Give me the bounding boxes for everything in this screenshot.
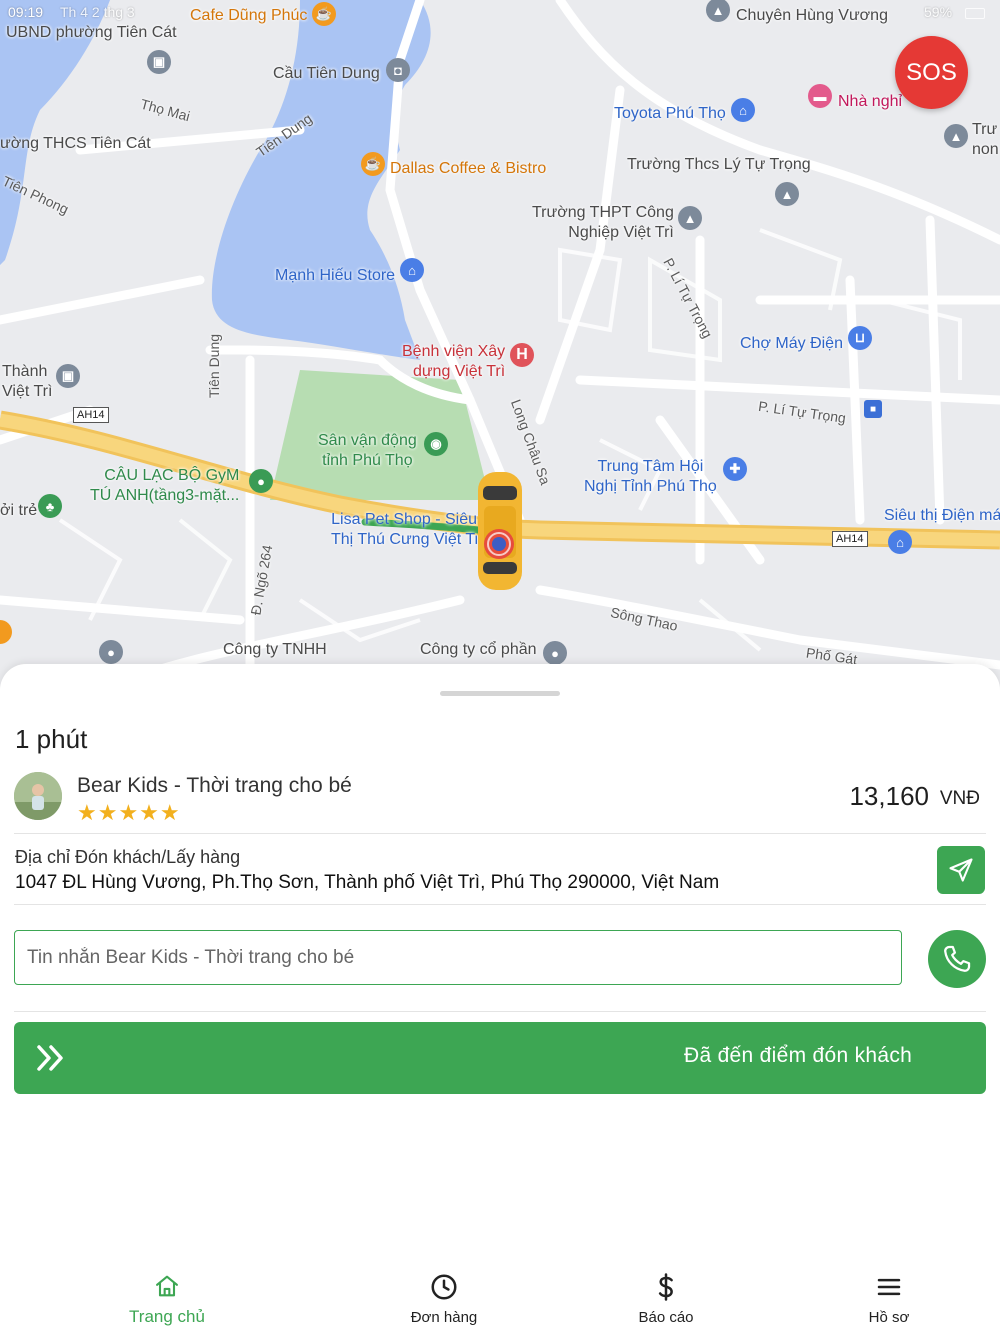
- cafe-pin-icon: ☕: [361, 152, 385, 176]
- highway-shield: AH14: [73, 407, 109, 423]
- civic-pin-icon: ▣: [147, 50, 171, 74]
- customer-avatar: [14, 772, 62, 820]
- map-label: Siêu thị Điện má: [884, 507, 1000, 524]
- map-label: Công ty cổ phần: [420, 641, 537, 658]
- rating-stars: ★★★★★: [77, 800, 181, 825]
- tab-report[interactable]: Báo cáo: [586, 1272, 746, 1326]
- shop-pin-icon: ⌂: [888, 530, 912, 554]
- map-label: Trường Thcs Lý Tự Trọng: [627, 156, 811, 173]
- status-time: 09:19: [8, 4, 44, 20]
- tab-home[interactable]: Trang chủ: [87, 1272, 247, 1327]
- school-pin-icon: ▲: [775, 182, 799, 206]
- pickup-address: 1047 ĐL Hùng Vương, Ph.Thọ Sơn, Thành ph…: [15, 872, 720, 893]
- map-label: Cafe Dũng Phúc: [190, 7, 308, 24]
- pickup-label: Địa chỉ Đón khách/Lấy hàng: [15, 847, 241, 867]
- fare-currency: VNĐ: [939, 788, 980, 809]
- map-label: Chuyên Hùng Vương: [736, 7, 888, 24]
- bus-stop-icon: ■: [864, 400, 882, 418]
- bridge-pin-icon: ◘: [386, 58, 410, 82]
- menu-icon: [877, 1278, 901, 1296]
- hospital-pin-icon: H: [510, 343, 534, 367]
- gym-pin-icon: ●: [249, 469, 273, 493]
- fare-amount: 13,160: [849, 781, 929, 811]
- cafe-pin-icon: ☕: [312, 2, 336, 26]
- tab-report-label: Báo cáo: [638, 1309, 694, 1326]
- map-label: Mạnh Hiếu Store: [275, 267, 396, 284]
- tab-profile-label: Hồ sơ: [868, 1309, 910, 1326]
- tab-profile[interactable]: Hồ sơ: [809, 1272, 969, 1326]
- dollar-icon: [658, 1273, 673, 1301]
- map-label: ường THCS Tiên Cát: [0, 135, 151, 152]
- map-label: Cầu Tiên Dung: [273, 65, 380, 82]
- phone-icon: [944, 945, 971, 972]
- map-label: Chợ Máy Điện: [740, 335, 843, 352]
- highway-shield: AH14: [832, 531, 868, 547]
- navigate-button[interactable]: [937, 846, 985, 894]
- call-button[interactable]: [928, 930, 986, 988]
- arrived-pickup-label: Đã đến điểm đón khách: [684, 1044, 913, 1067]
- poi-pin-icon: ●: [99, 640, 123, 664]
- map-label: Nhà nghỉ: [838, 93, 903, 110]
- map-label: Toyota Phú Thọ: [614, 105, 726, 122]
- double-chevron-right-icon: [37, 1045, 63, 1071]
- map-label: CÂU LẠC BỘ GyM TÚ ANH(tầng3-mặt...: [90, 467, 240, 504]
- bottom-tab-bar: Trang chủ Đơn hàng Báo cáo Hồ sơ: [0, 1264, 1000, 1334]
- map-label: Sân vận động tỉnh Phú Thọ: [318, 432, 417, 469]
- trip-sheet: 1 phút Bear Kids - Thời trang cho bé ★★★…: [0, 664, 1000, 1264]
- arrived-pickup-button[interactable]: Đã đến điểm đón khách: [14, 1022, 986, 1094]
- map-label: Thành Việt Trì: [2, 363, 53, 400]
- map-label: Bệnh viện Xây dựng Việt Trì: [402, 343, 506, 380]
- tab-orders[interactable]: Đơn hàng: [364, 1272, 524, 1326]
- battery-icon: [965, 8, 985, 19]
- home-icon: [156, 1275, 178, 1297]
- road-label: Tiên Dung: [206, 333, 223, 399]
- eta-text: 1 phút: [15, 724, 88, 754]
- car-marker-icon: [478, 472, 522, 590]
- map-label: Dallas Coffee & Bistro: [390, 160, 547, 177]
- hotel-pin-icon: ▬: [808, 84, 832, 108]
- clock-icon: [431, 1274, 457, 1300]
- poi-pin-icon: ●: [543, 641, 567, 665]
- map-label: Trường THPT Công Nghiệp Việt Trì: [532, 204, 674, 241]
- customer-name: Bear Kids - Thời trang cho bé: [77, 774, 352, 797]
- stadium-pin-icon: ◉: [424, 432, 448, 456]
- navigation-arrow-icon: [949, 858, 973, 882]
- venue-pin-icon: ✚: [723, 457, 747, 481]
- civic-pin-icon: ▣: [56, 364, 80, 388]
- map-label: Trung Tâm Hội Nghị Tỉnh Phú Thọ: [584, 458, 717, 495]
- status-date: Th 4 2 thg 3: [60, 4, 135, 20]
- park-pin-icon: ♣: [38, 494, 62, 518]
- tab-orders-label: Đơn hàng: [410, 1309, 478, 1326]
- sheet-drag-handle[interactable]: [440, 691, 560, 696]
- message-input[interactable]: [14, 930, 902, 985]
- shop-pin-icon: ⌂: [731, 98, 755, 122]
- divider: [14, 833, 986, 834]
- map-view[interactable]: 09:19 Th 4 2 thg 3 59% UBND phường Tiên …: [0, 0, 1000, 690]
- sos-button[interactable]: SOS: [895, 36, 968, 109]
- shop-pin-icon: ⌂: [400, 258, 424, 282]
- divider: [14, 904, 986, 905]
- map-label: Trư non: [972, 121, 999, 158]
- school-pin-icon: ▲: [678, 206, 702, 230]
- map-label: Lisa Pet Shop - Siêu Thị Thú Cưng Việt T…: [331, 511, 477, 548]
- tab-home-label: Trang chủ: [129, 1307, 205, 1326]
- divider: [14, 1011, 986, 1012]
- cart-pin-icon: ⊔: [848, 326, 872, 350]
- map-label: UBND phường Tiên Cát: [6, 24, 177, 41]
- school-pin-icon: ▲: [944, 124, 968, 148]
- status-battery: 59%: [924, 4, 953, 20]
- map-label: ởi trẻ: [0, 502, 38, 519]
- map-label: Công ty TNHH: [223, 641, 327, 658]
